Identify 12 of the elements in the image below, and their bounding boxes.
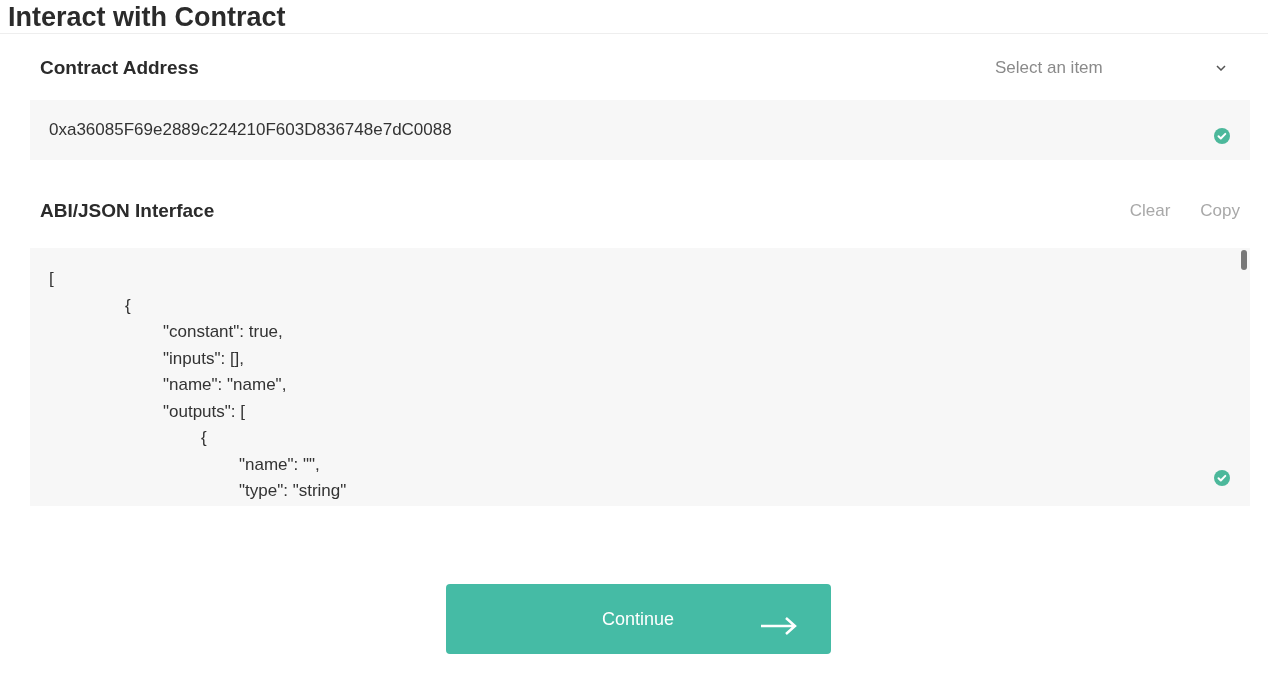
item-select[interactable]: Select an item bbox=[990, 55, 1250, 81]
action-link[interactable]: Copy bbox=[1200, 198, 1240, 224]
action-link[interactable]: Clear bbox=[1129, 198, 1171, 224]
field-label: Contract Address bbox=[40, 55, 199, 80]
arrow-right-icon bbox=[758, 615, 799, 637]
address-field[interactable]: 0xa36085F69e2889c224210F603D836748e7dC0088 bbox=[30, 100, 1250, 160]
continue-button[interactable]: Continue bbox=[445, 584, 831, 654]
field-label: ABI/JSON Interface bbox=[40, 198, 215, 223]
caret-icon bbox=[1216, 65, 1226, 71]
page-title: Interact with Contract bbox=[8, 4, 286, 31]
scrollbar[interactable] bbox=[1241, 250, 1247, 270]
abi-field[interactable]: [ { "constant": true, "inputs": [], "name": "name", "outputs": [ { "name": "", "type": "string" bbox=[30, 248, 1250, 506]
